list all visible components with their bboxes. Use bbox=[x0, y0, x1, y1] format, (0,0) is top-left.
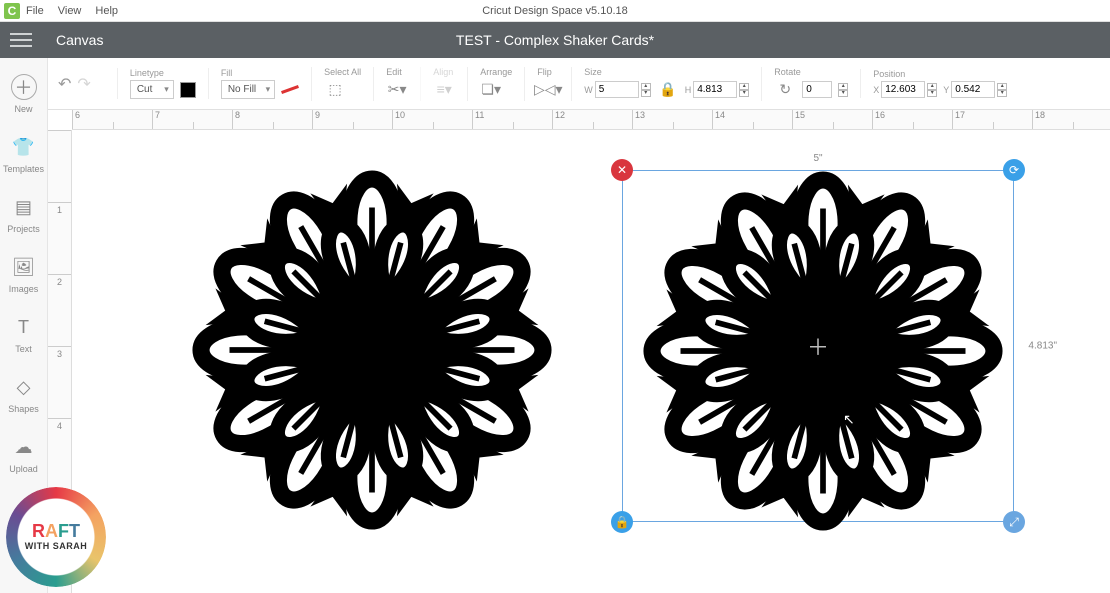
rotate-icon[interactable]: ↻ bbox=[774, 79, 796, 101]
flower-shape-2[interactable] bbox=[623, 161, 1023, 541]
header: Canvas TEST - Complex Shaker Cards* bbox=[0, 22, 1110, 58]
fill-select[interactable]: No Fill bbox=[221, 80, 275, 99]
canvas-label: Canvas bbox=[56, 32, 103, 48]
size-w-dn[interactable]: ▾ bbox=[641, 90, 651, 97]
text-icon: T bbox=[11, 314, 37, 340]
flip-button[interactable]: ▷◁▾ bbox=[537, 79, 559, 101]
selection-height-label: 4.813" bbox=[1028, 341, 1057, 352]
size-h-input[interactable] bbox=[693, 81, 737, 98]
size-h-dn[interactable]: ▾ bbox=[739, 90, 749, 97]
rotate-handle[interactable]: ⟳ bbox=[1003, 159, 1025, 181]
scale-handle[interactable]: ⤢ bbox=[1003, 511, 1025, 533]
menubar: C File View Help Cricut Design Space v5.… bbox=[0, 0, 1110, 22]
rotate-dn[interactable]: ▾ bbox=[838, 90, 848, 97]
linetype-select[interactable]: Cut bbox=[130, 80, 174, 99]
delete-handle[interactable]: ✕ bbox=[611, 159, 633, 181]
align-button[interactable]: ≡▾ bbox=[433, 79, 455, 101]
sidebar-shapes[interactable]: ◇Shapes bbox=[8, 374, 39, 414]
sidebar-text[interactable]: TText bbox=[11, 314, 37, 354]
pos-x-dn[interactable]: ▾ bbox=[927, 90, 937, 97]
lock-handle[interactable]: 🔒 bbox=[611, 511, 633, 533]
sidebar-templates[interactable]: 👕Templates bbox=[3, 134, 44, 174]
edit-button[interactable]: ✂▾ bbox=[386, 79, 408, 101]
project-title: TEST - Complex Shaker Cards* bbox=[456, 32, 654, 48]
menu-help[interactable]: Help bbox=[95, 5, 118, 17]
watermark-badge: RAFT WITH SARAH bbox=[6, 487, 106, 587]
pos-x-up[interactable]: ▴ bbox=[927, 83, 937, 90]
undo-button[interactable]: ↶ bbox=[58, 74, 71, 94]
selection-box[interactable]: 5" 4.813" ✕ ⟳ 🔒 ⤢ ＋ ↖ bbox=[622, 170, 1014, 522]
selectall-button[interactable]: ⬚ bbox=[324, 79, 346, 101]
menu-file[interactable]: File bbox=[26, 5, 44, 17]
pos-y-dn[interactable]: ▾ bbox=[997, 90, 1007, 97]
sidebar-images[interactable]: 🖼Images bbox=[9, 254, 39, 294]
pos-y-input[interactable] bbox=[951, 81, 995, 98]
redo-button[interactable]: ↷ bbox=[77, 74, 90, 94]
sidebar-new[interactable]: ＋New bbox=[11, 74, 37, 114]
sidebar-projects[interactable]: ▤Projects bbox=[7, 194, 40, 234]
projects-icon: ▤ bbox=[10, 194, 36, 220]
fill-seg: Fill No Fill bbox=[208, 68, 299, 99]
horizontal-ruler: 6789101112131415161718 bbox=[72, 110, 1110, 130]
sidebar-upload[interactable]: ☁Upload bbox=[9, 434, 38, 474]
size-w-up[interactable]: ▴ bbox=[641, 83, 651, 90]
app-title: Cricut Design Space v5.10.18 bbox=[482, 5, 628, 17]
nofill-icon bbox=[281, 85, 299, 94]
edit-toolbar: ↶ ↷ Linetype Cut Fill No Fill Select All… bbox=[48, 58, 1110, 110]
flower-shape-1[interactable] bbox=[172, 160, 572, 540]
lock-aspect-icon[interactable]: 🔒 bbox=[657, 79, 679, 101]
hamburger-icon[interactable] bbox=[10, 29, 36, 51]
pos-x-input[interactable] bbox=[881, 81, 925, 98]
app-logo: C bbox=[4, 3, 20, 19]
rotate-up[interactable]: ▴ bbox=[838, 83, 848, 90]
pos-y-up[interactable]: ▴ bbox=[997, 83, 1007, 90]
image-icon: 🖼 bbox=[10, 254, 36, 280]
linetype-color[interactable] bbox=[180, 82, 196, 98]
shirt-icon: 👕 bbox=[11, 134, 37, 160]
plus-icon: ＋ bbox=[11, 74, 37, 100]
arrange-button[interactable]: ❏▾ bbox=[480, 79, 502, 101]
canvas-area[interactable]: 5" 4.813" ✕ ⟳ 🔒 ⤢ ＋ ↖ bbox=[72, 130, 1110, 593]
size-w-input[interactable] bbox=[595, 81, 639, 98]
selection-width-label: 5" bbox=[813, 153, 822, 164]
size-h-up[interactable]: ▴ bbox=[739, 83, 749, 90]
upload-icon: ☁ bbox=[11, 434, 37, 460]
menu-view[interactable]: View bbox=[58, 5, 82, 17]
linetype-seg: Linetype Cut bbox=[117, 68, 196, 99]
shapes-icon: ◇ bbox=[11, 374, 37, 400]
rotate-input[interactable] bbox=[802, 81, 832, 98]
